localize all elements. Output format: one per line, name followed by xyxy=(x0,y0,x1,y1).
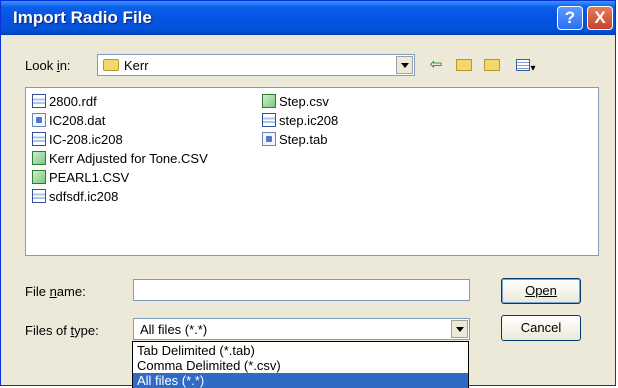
up-folder-icon[interactable] xyxy=(453,54,475,76)
file-name-field[interactable] xyxy=(133,279,470,301)
title-bar[interactable]: Import Radio File ? X xyxy=(1,1,615,35)
file-item[interactable]: Step.tab xyxy=(262,132,327,150)
open-button[interactable]: Open xyxy=(501,278,581,304)
spreadsheet-icon xyxy=(262,94,276,108)
import-radio-file-dialog: Import Radio File ? X Look in: Kerr ⇦ ▾ … xyxy=(0,0,616,386)
document-icon xyxy=(32,94,46,108)
file-item[interactable]: 2800.rdf xyxy=(32,94,97,112)
help-button[interactable]: ? xyxy=(557,6,583,30)
document-icon xyxy=(262,113,276,127)
text-file-icon xyxy=(262,132,276,146)
file-item[interactable]: Kerr Adjusted for Tone.CSV xyxy=(32,151,208,169)
text-file-icon xyxy=(32,113,46,127)
files-of-type-value: All files (*.*) xyxy=(140,322,208,337)
file-name-label: File name: xyxy=(25,284,86,299)
files-of-type-combo[interactable]: All files (*.*) xyxy=(133,318,470,340)
file-list[interactable]: 2800.rdf IC208.dat IC-208.ic208 Kerr Adj… xyxy=(25,87,599,256)
look-in-combo[interactable]: Kerr xyxy=(97,54,415,76)
file-item[interactable]: IC208.dat xyxy=(32,113,105,131)
document-icon xyxy=(32,132,46,146)
file-item[interactable]: PEARL1.CSV xyxy=(32,170,129,188)
cancel-button[interactable]: Cancel xyxy=(501,315,581,341)
look-in-label: Look in: xyxy=(25,58,71,73)
files-of-type-label: Files of type: xyxy=(25,323,99,338)
files-of-type-dropdown-arrow[interactable] xyxy=(451,320,468,338)
back-arrow-icon[interactable]: ⇦ xyxy=(425,54,447,76)
document-icon xyxy=(32,189,46,203)
views-menu-icon[interactable]: ▾ xyxy=(511,54,541,76)
file-item[interactable]: sdfsdf.ic208 xyxy=(32,189,118,207)
file-item[interactable]: Step.csv xyxy=(262,94,329,112)
type-option-tab[interactable]: Tab Delimited (*.tab) xyxy=(133,343,468,358)
files-of-type-dropdown-list: Tab Delimited (*.tab) Comma Delimited (*… xyxy=(132,341,469,388)
folder-icon xyxy=(103,59,119,71)
look-in-value: Kerr xyxy=(124,58,149,73)
type-option-all[interactable]: All files (*.*) xyxy=(133,373,468,388)
type-option-csv[interactable]: Comma Delimited (*.csv) xyxy=(133,358,468,373)
spreadsheet-icon xyxy=(32,151,46,165)
window-title: Import Radio File xyxy=(13,8,152,27)
close-button[interactable]: X xyxy=(587,6,613,30)
file-item[interactable]: IC-208.ic208 xyxy=(32,132,123,150)
look-in-dropdown-arrow[interactable] xyxy=(396,56,413,74)
spreadsheet-icon xyxy=(32,170,46,184)
file-item[interactable]: step.ic208 xyxy=(262,113,338,131)
new-folder-icon[interactable] xyxy=(481,54,503,76)
